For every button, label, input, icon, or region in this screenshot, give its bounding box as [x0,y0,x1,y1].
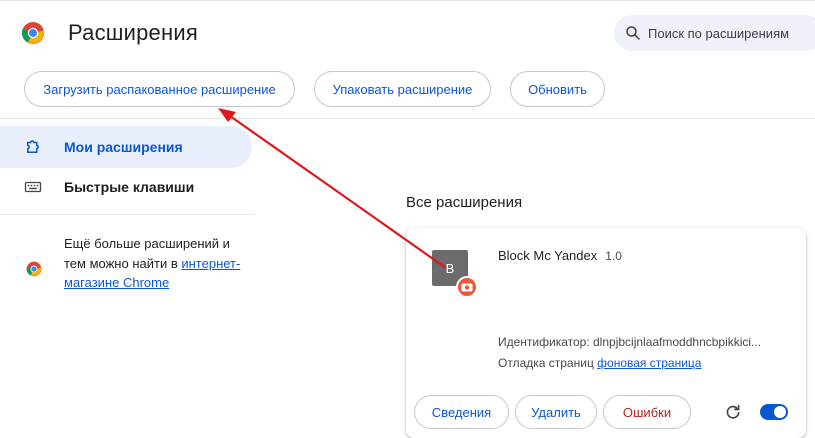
extension-card: B Block Mc Yandex 1.0 Идентификатор: dlnp… [406,228,806,438]
inspect-views: Отладка страниц фоновая страница [498,356,701,370]
extension-name-line: Block Mc Yandex 1.0 [498,248,622,263]
load-unpacked-button[interactable]: Загрузить распакованное расширение [24,71,295,107]
toggle-knob [774,406,786,418]
chrome-web-store-icon [26,261,42,277]
extension-version: 1.0 [605,249,622,263]
background-page-link[interactable]: фоновая страница [597,356,701,370]
extension-id: Идентификатор: dlnpjbcijnlaafmoddhncbpik… [498,335,762,349]
pack-extension-button[interactable]: Упаковать расширение [314,71,491,107]
toolbar-divider [0,118,815,119]
errors-button[interactable]: Ошибки [603,395,691,429]
sidebar-item-my-extensions[interactable]: Мои расширения [0,126,252,168]
sidebar-divider [0,214,255,215]
inspect-views-label: Отладка страниц [498,356,594,370]
chrome-logo-icon [21,22,44,44]
sidebar-item-shortcuts[interactable]: Быстрые клавиши [0,167,252,207]
sidebar-item-label: Быстрые клавиши [64,179,195,195]
details-button[interactable]: Сведения [414,395,509,429]
reload-icon[interactable] [724,403,742,421]
camera-icon [461,283,473,292]
extension-name: Block Mc Yandex [498,248,598,263]
sidebar-item-label: Мои расширения [64,139,183,155]
window-top-border [0,0,815,5]
extension-icon-letter: B [445,260,455,276]
puzzle-icon [27,140,39,153]
page-title: Расширения [68,20,198,45]
search-input[interactable] [648,25,815,41]
web-store-promo: Ещё больше расширений и тем можно найти … [64,234,254,293]
keyboard-icon [24,181,42,193]
update-button[interactable]: Обновить [510,71,605,107]
remove-button[interactable]: Удалить [515,395,597,429]
enable-toggle[interactable] [760,404,788,420]
search-box[interactable] [614,15,815,51]
unpacked-badge-icon [456,276,478,298]
section-title: Все расширения [406,194,523,211]
search-icon [626,26,640,40]
